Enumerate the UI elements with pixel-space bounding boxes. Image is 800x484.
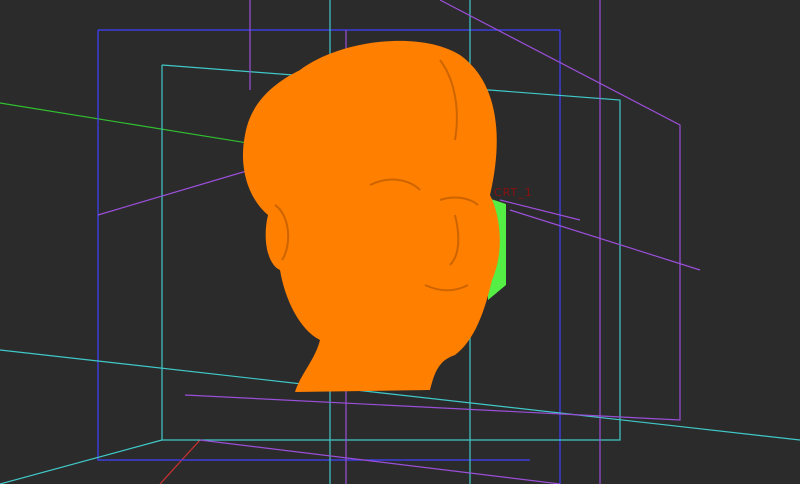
object-label: CRT_1 [494,186,533,199]
voxel-head-model[interactable] [242,40,500,392]
axis-z-line [159,439,201,484]
3d-viewport[interactable]: CRT_1 [0,0,800,484]
scene-canvas[interactable] [0,0,800,484]
axis-x-line [0,102,261,146]
